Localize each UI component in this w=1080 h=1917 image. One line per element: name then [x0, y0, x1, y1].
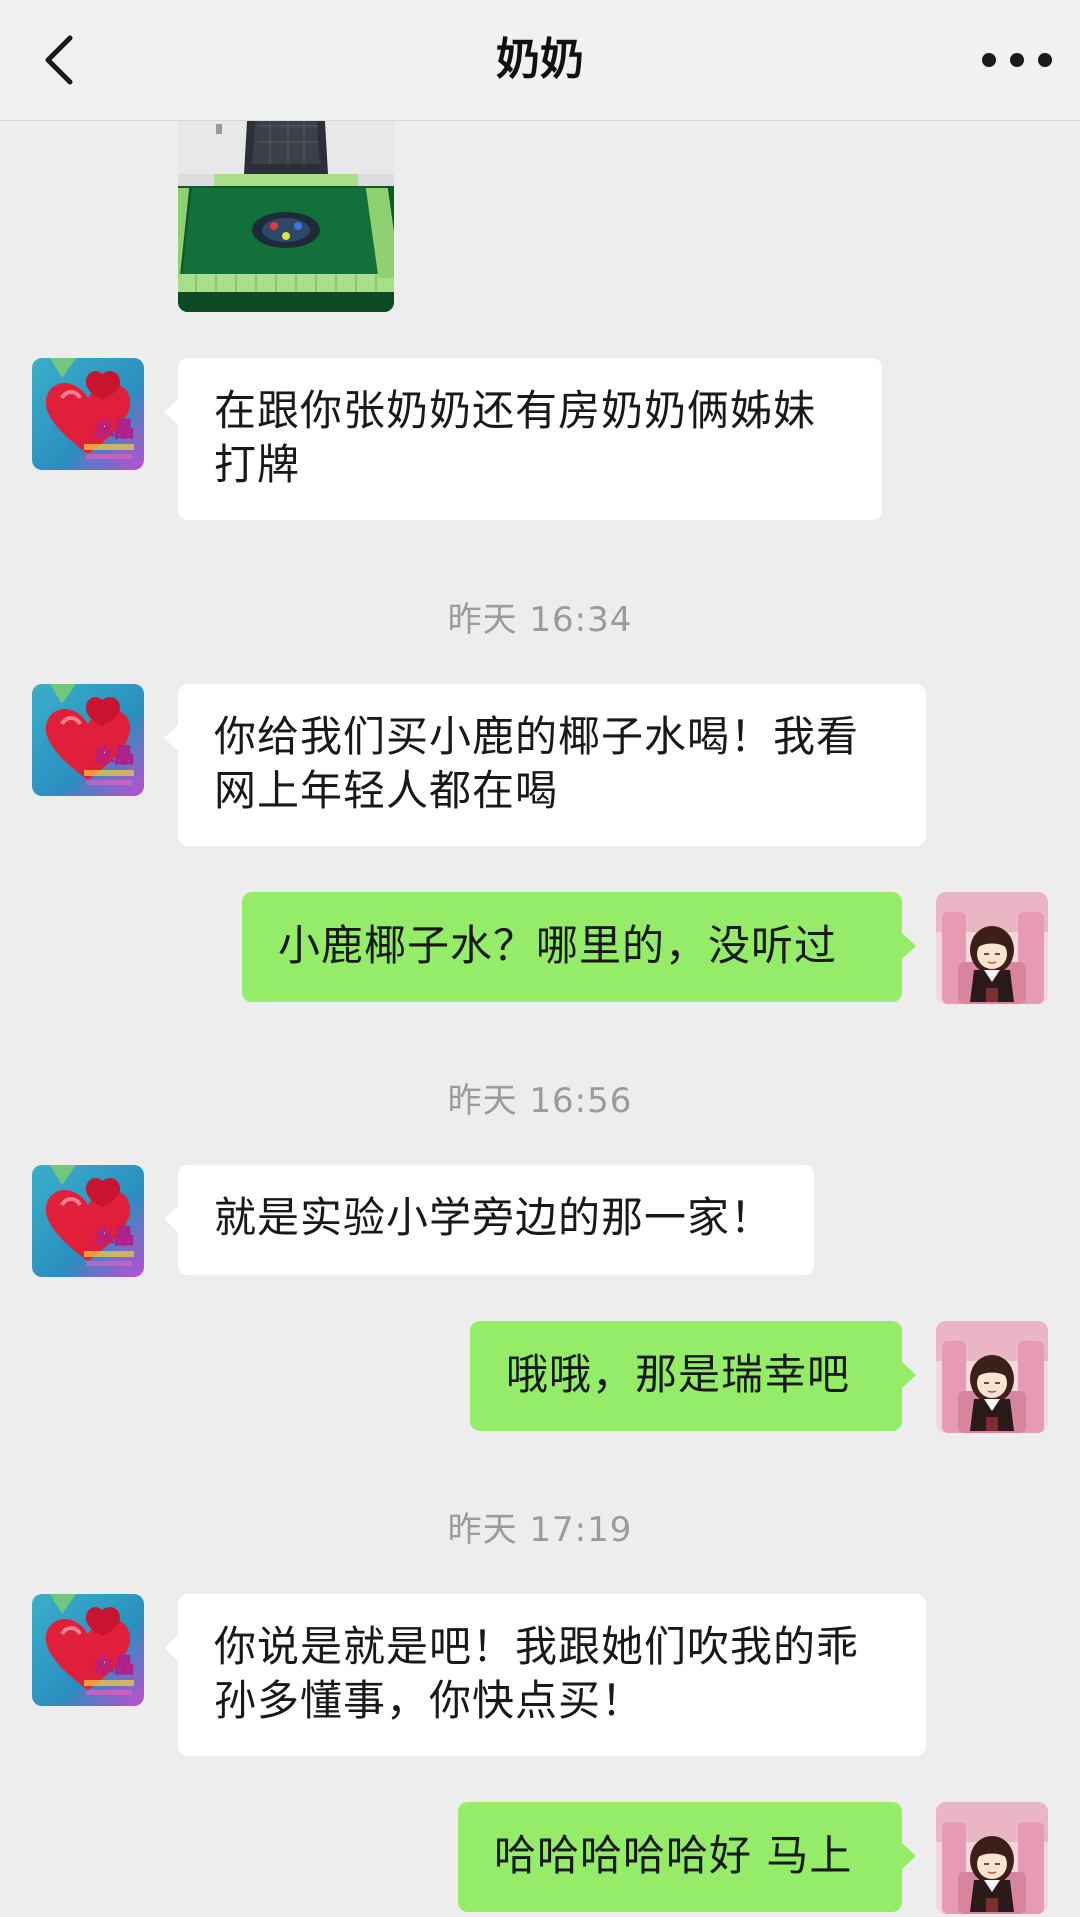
message-text: 你说是就是吧！我跟她们吹我的乖 孙多懂事，你快点买！	[214, 1622, 860, 1725]
more-horizontal-icon	[982, 53, 996, 67]
mahjong-table-photo[interactable]	[178, 104, 394, 312]
grandma-avatar[interactable]: 水晶	[32, 358, 144, 470]
message-bubble-outgoing[interactable]: 小鹿椰子水？哪里的，没听过	[242, 892, 916, 1002]
grandma-avatar[interactable]: 水晶	[32, 684, 144, 796]
more-dot	[1038, 53, 1052, 67]
chat-header: 奶奶	[0, 0, 1080, 121]
my-avatar[interactable]	[936, 1321, 1048, 1433]
my-avatar[interactable]	[936, 892, 1048, 1004]
more-dot	[1010, 53, 1024, 67]
timestamp: 昨天 17:19	[447, 1510, 633, 1550]
grandma-avatar[interactable]: 水晶	[32, 1165, 144, 1277]
chat-title: 奶奶	[496, 34, 584, 85]
message-text: 就是实验小学旁边的那一家！	[214, 1193, 774, 1242]
message-bubble-incoming[interactable]: 你给我们买小鹿的椰子水喝！我看 网上年轻人都在喝	[164, 684, 926, 846]
message-text: 你给我们买小鹿的椰子水喝！我看 网上年轻人都在喝	[214, 712, 860, 815]
message-list[interactable]: 水晶 在跟你张奶奶还有房奶奶俩姊妹 打牌 昨天 16:34 水晶 你给我们买小鹿…	[0, 0, 1080, 1917]
svg-text:水晶: 水晶	[94, 1653, 134, 1677]
svg-text:水晶: 水晶	[94, 417, 134, 441]
chat-screen: 水晶 在跟你张奶奶还有房奶奶俩姊妹 打牌 昨天 16:34 水晶 你给我们买小鹿…	[0, 0, 1080, 1917]
message-bubble-incoming[interactable]: 你说是就是吧！我跟她们吹我的乖 孙多懂事，你快点买！	[164, 1594, 926, 1756]
message-bubble-incoming[interactable]: 就是实验小学旁边的那一家！	[164, 1165, 814, 1275]
svg-text:水晶: 水晶	[94, 743, 134, 767]
message-bubble-outgoing[interactable]: 哈哈哈哈哈好 马上	[458, 1802, 916, 1912]
grandma-avatar[interactable]: 水晶	[32, 1594, 144, 1706]
message-bubble-incoming[interactable]: 在跟你张奶奶还有房奶奶俩姊妹 打牌	[164, 358, 882, 520]
my-avatar[interactable]	[936, 1802, 1048, 1914]
svg-text:水晶: 水晶	[94, 1224, 134, 1248]
message-bubble-outgoing[interactable]: 哦哦，那是瑞幸吧	[470, 1321, 916, 1431]
message-text: 在跟你张奶奶还有房奶奶俩姊妹 打牌	[214, 386, 817, 489]
message-text: 哈哈哈哈哈好 马上	[494, 1831, 853, 1880]
message-text: 小鹿椰子水？哪里的，没听过	[278, 921, 838, 970]
more-button[interactable]	[982, 36, 1052, 84]
timestamp: 昨天 16:56	[447, 1081, 633, 1121]
timestamp: 昨天 16:34	[447, 600, 633, 640]
message-text: 哦哦，那是瑞幸吧	[506, 1350, 851, 1399]
